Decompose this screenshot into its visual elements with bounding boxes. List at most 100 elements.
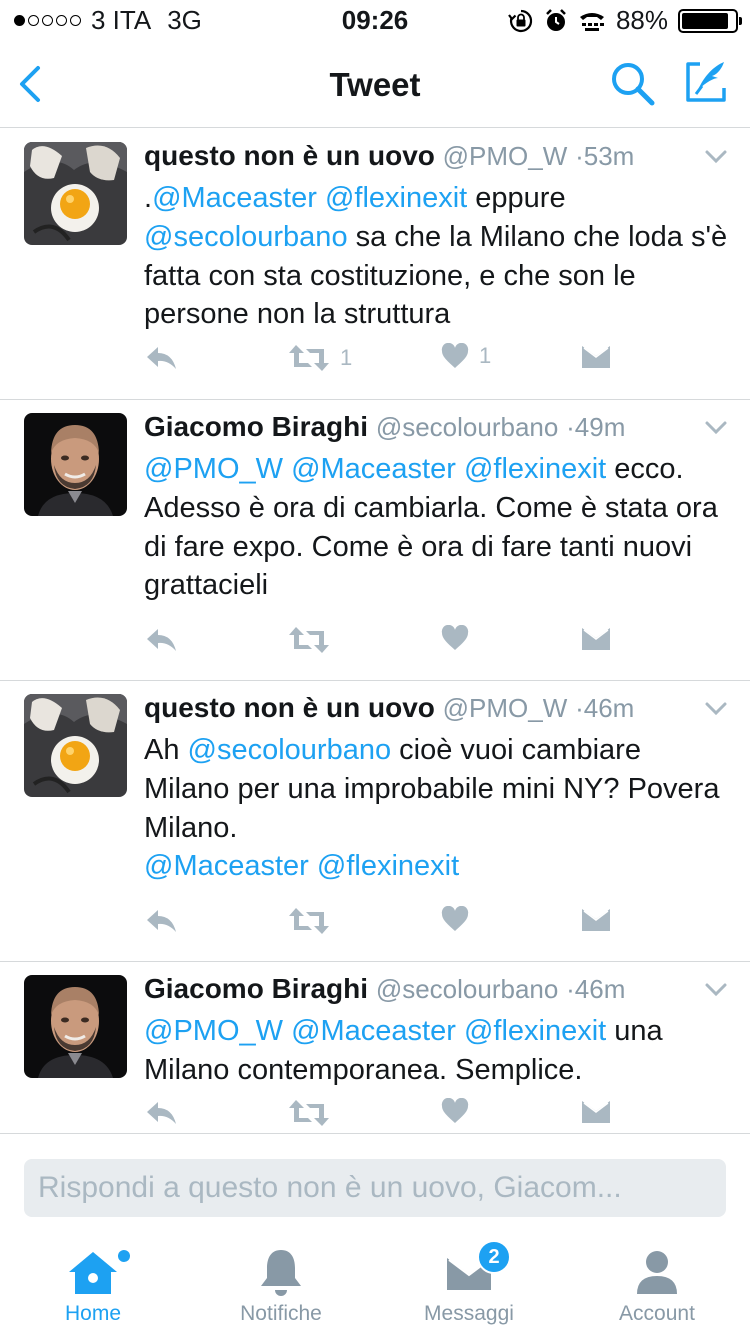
avatar[interactable] <box>24 694 127 797</box>
mention-link[interactable]: @Maceaster <box>291 1015 456 1047</box>
bell-icon <box>261 1250 301 1296</box>
tweet[interactable]: questo non è un uovo @PMO_W ·53m .@Macea… <box>0 129 750 400</box>
mention-link[interactable]: @flexinexit <box>325 182 467 214</box>
battery-percent: 88% <box>615 5 668 35</box>
mention-link[interactable]: @flexinexit <box>464 1015 606 1047</box>
tweet-actions <box>144 906 624 942</box>
compose-icon[interactable] <box>680 56 732 108</box>
tweet-text-segment <box>456 1015 464 1047</box>
heart-icon <box>441 1098 469 1123</box>
mention-link[interactable]: @PMO_W <box>144 1015 283 1047</box>
retweet-button[interactable]: 1 <box>288 343 352 373</box>
mention-link[interactable]: @PMO_W <box>144 453 283 485</box>
heart-icon <box>441 343 469 368</box>
mention-link[interactable]: @Maceaster <box>144 850 309 882</box>
author-handle[interactable]: @PMO_W <box>443 141 568 171</box>
chevron-down-icon[interactable] <box>704 149 728 165</box>
tab-home[interactable]: Home <box>3 1236 183 1334</box>
battery-icon <box>678 8 742 33</box>
reply-bar <box>0 1133 750 1235</box>
reply-icon[interactable] <box>144 625 180 657</box>
tweet[interactable]: questo non è un uovo @PMO_W ·46m Ah @sec… <box>0 681 750 962</box>
tweet-text: @PMO_W @Maceaster @flexinexit una Milano… <box>144 1012 734 1090</box>
person-photo-avatar <box>24 975 127 1078</box>
mention-link[interactable]: @flexinexit <box>464 453 606 485</box>
tweet-header: questo non è un uovo @PMO_W ·46m <box>144 692 634 724</box>
egg-avatar-icon <box>24 142 127 245</box>
chevron-down-icon[interactable] <box>704 701 728 717</box>
tab-notifications[interactable]: Notifiche <box>191 1236 371 1334</box>
heart-icon <box>441 906 469 931</box>
tweet-text-segment <box>317 182 325 214</box>
like-button[interactable] <box>441 625 479 651</box>
tweet[interactable]: Giacomo Biraghi @secolourbano ·46m @PMO_… <box>0 962 750 1133</box>
direct-message-icon[interactable] <box>581 345 611 369</box>
battery-fill <box>682 12 728 29</box>
reply-icon[interactable] <box>144 343 180 375</box>
home-new-indicator <box>118 1250 130 1262</box>
mention-link[interactable]: @flexinexit <box>317 850 459 882</box>
mention-link[interactable]: @Maceaster <box>152 182 317 214</box>
chevron-down-icon[interactable] <box>704 982 728 998</box>
retweet-button[interactable] <box>288 625 340 655</box>
like-button[interactable] <box>441 1098 479 1124</box>
author-name[interactable]: Giacomo Biraghi <box>144 973 368 1004</box>
tweet-text: @PMO_W @Maceaster @flexinexit ecco. Ades… <box>144 450 734 605</box>
retweet-icon <box>289 345 329 371</box>
heart-icon <box>441 625 469 650</box>
tab-messages-label: Messaggi <box>424 1302 514 1325</box>
tweet-text: .@Maceaster @flexinexit eppure @secolour… <box>144 179 734 334</box>
like-button[interactable] <box>441 906 479 932</box>
tweet-header: Giacomo Biraghi @secolourbano ·46m <box>144 973 625 1005</box>
mention-link[interactable]: @secolourbano <box>144 221 348 253</box>
avatar[interactable] <box>24 413 127 516</box>
person-photo-avatar <box>24 413 127 516</box>
tweet-actions: 1 1 <box>144 343 624 379</box>
direct-message-icon[interactable] <box>581 908 611 932</box>
tweet[interactable]: Giacomo Biraghi @secolourbano ·49m @PMO_… <box>0 400 750 681</box>
mention-link[interactable]: @Maceaster <box>291 453 456 485</box>
author-handle[interactable]: @PMO_W <box>443 693 568 723</box>
retweet-button[interactable] <box>288 906 340 936</box>
person-icon <box>637 1251 677 1294</box>
retweet-button[interactable] <box>288 1098 340 1128</box>
alarm-icon <box>546 8 566 31</box>
tweet-text-segment <box>283 1015 291 1047</box>
like-button[interactable]: 1 <box>441 343 491 369</box>
tweet-actions <box>144 625 624 661</box>
reply-icon[interactable] <box>144 906 180 938</box>
chevron-down-icon[interactable] <box>704 420 728 436</box>
direct-message-icon[interactable] <box>581 1100 611 1124</box>
mention-link[interactable]: @secolourbano <box>188 734 392 766</box>
signal-strength-icon <box>14 15 81 26</box>
tab-bar: Home Notifiche 2 Messaggi Account <box>0 1236 750 1334</box>
home-icon <box>69 1252 117 1294</box>
author-name[interactable]: questo non è un uovo <box>144 140 435 171</box>
direct-message-icon[interactable] <box>581 627 611 651</box>
author-name[interactable]: Giacomo Biraghi <box>144 411 368 442</box>
reply-icon[interactable] <box>144 1098 180 1130</box>
tweet-text-segment <box>283 453 291 485</box>
author-name[interactable]: questo non è un uovo <box>144 692 435 723</box>
author-handle[interactable]: @secolourbano <box>376 412 559 442</box>
chevron-left-icon[interactable] <box>12 60 52 108</box>
tab-messages[interactable]: 2 Messaggi <box>379 1236 559 1334</box>
retweet-icon <box>289 1100 329 1126</box>
tty-icon <box>579 12 604 31</box>
conversation-timeline[interactable]: questo non è un uovo @PMO_W ·53m .@Macea… <box>0 129 750 1133</box>
author-handle[interactable]: @secolourbano <box>376 974 559 1004</box>
status-right: 88% <box>508 5 742 36</box>
avatar[interactable] <box>24 975 127 1078</box>
reply-input[interactable] <box>24 1159 726 1217</box>
navigation-bar: Tweet <box>0 40 750 128</box>
separator-dot: · <box>566 974 575 1004</box>
tweet-time: 46m <box>583 693 635 723</box>
search-icon[interactable] <box>607 58 659 110</box>
egg-avatar-icon <box>24 694 127 797</box>
avatar[interactable] <box>24 142 127 245</box>
tweet-text-segment: eppure <box>467 182 566 214</box>
tweet-text: Ah @secolourbano cioè vuoi cambiare Mila… <box>144 731 734 886</box>
tab-account[interactable]: Account <box>567 1236 747 1334</box>
tweet-header: questo non è un uovo @PMO_W ·53m <box>144 140 634 172</box>
tab-home-label: Home <box>64 1302 122 1325</box>
